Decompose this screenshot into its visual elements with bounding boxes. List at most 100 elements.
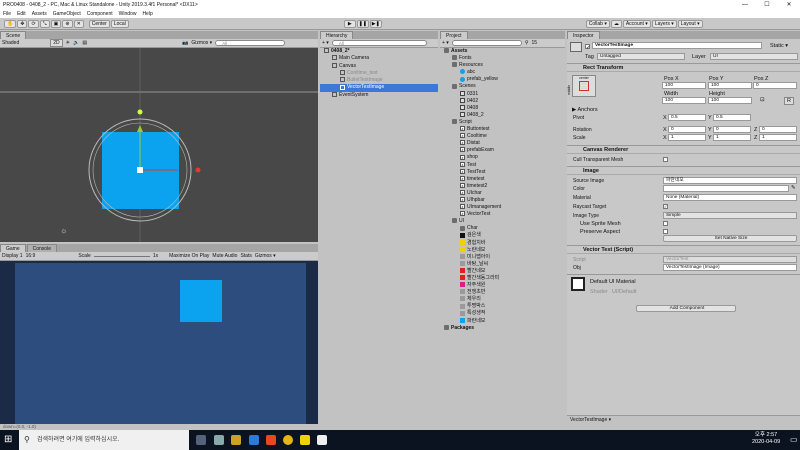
project-item[interactable]: Assets [440, 48, 565, 55]
image-type-dropdown[interactable]: Simple [663, 212, 797, 219]
pivot-center-toggle[interactable]: Center [88, 19, 110, 28]
project-item[interactable]: Char [440, 225, 565, 232]
posy-field[interactable]: 100 [708, 82, 752, 89]
static-dropdown[interactable]: Static ▾ [770, 43, 788, 49]
project-item[interactable]: # timetest2 [440, 183, 565, 190]
close-button[interactable]: ✕ [778, 0, 800, 10]
project-item[interactable]: Scenes [440, 83, 565, 90]
transform-tool-icon[interactable]: ⊕ [62, 19, 73, 28]
custom-tool-icon[interactable]: ✕ [73, 19, 84, 28]
rect-transform-header[interactable]: Rect Transform [567, 63, 800, 72]
source-image-field[interactable]: 파란네모 [663, 177, 797, 184]
lighting-icon[interactable]: ☀ [66, 40, 70, 46]
task-view-icon[interactable] [196, 435, 206, 445]
project-item[interactable]: abc [440, 69, 565, 76]
tab-inspector[interactable]: Inspector [567, 31, 600, 39]
chrome-browser-icon[interactable] [283, 435, 293, 445]
height-field[interactable]: 100 [708, 97, 752, 104]
use-sprite-mesh-checkbox[interactable] [663, 221, 668, 226]
menu-component[interactable]: Component [87, 11, 113, 17]
game-gizmos-dropdown[interactable]: Gizmos ▾ [255, 253, 276, 259]
layer-dropdown[interactable]: UI [710, 53, 798, 60]
preserve-aspect-checkbox[interactable] [663, 229, 668, 234]
project-item[interactable]: 빨간네모 [440, 268, 565, 275]
tab-hierarchy[interactable]: Hierarchy [320, 31, 354, 39]
raw-edit-button[interactable]: R [784, 97, 794, 105]
project-item[interactable]: 자주색원 [440, 282, 565, 289]
scale-slider[interactable] [93, 255, 150, 257]
rect-tool-icon[interactable]: ▣ [50, 19, 62, 28]
set-native-size-button[interactable]: Set Native Size [663, 235, 797, 242]
camera-icon[interactable]: 📷 [182, 40, 188, 46]
project-item[interactable]: # prefabExam [440, 147, 565, 154]
eyedropper-icon[interactable]: ✎ [791, 185, 796, 191]
project-item[interactable]: 빨간색동그라미 [440, 275, 565, 282]
windows-start-icon[interactable]: ⊞ [4, 434, 12, 445]
project-item[interactable]: prefab_yellow [440, 76, 565, 83]
hierarchy-item[interactable]: Main Camera [320, 55, 438, 62]
pause-button[interactable]: ❚❚ [356, 19, 369, 28]
pivot-local-toggle[interactable]: Local [110, 19, 129, 28]
tag-dropdown[interactable]: Untagged [597, 53, 685, 60]
pivot-x-field[interactable]: 0.5 [668, 114, 706, 121]
project-item[interactable]: # TestTest [440, 169, 565, 176]
project-item[interactable]: 미니맵아이 [440, 254, 565, 261]
project-item[interactable]: # VectorTest [440, 211, 565, 218]
maximize-button[interactable]: ☐ [756, 0, 778, 10]
add-component-button[interactable]: Add Component [636, 305, 736, 312]
cull-transparent-checkbox[interactable] [663, 157, 668, 162]
audio-icon[interactable]: 🔈 [73, 40, 79, 46]
project-item[interactable]: 0408 [440, 105, 565, 112]
hierarchy-item[interactable]: Cooltime_test [320, 70, 438, 77]
collab-button[interactable]: Collab ▾ [585, 19, 610, 28]
project-item[interactable]: # Test [440, 162, 565, 169]
hand-tool-icon[interactable]: ✋ [4, 19, 17, 28]
scale-z-field[interactable]: 1 [759, 134, 797, 141]
shading-dropdown[interactable]: Shaded [2, 40, 19, 46]
taskbar-search-input[interactable]: 검색하려면 여기에 입력하십시오. [19, 430, 189, 450]
project-item[interactable]: # shop [440, 154, 565, 161]
hierarchy-item[interactable]: VectorTestImage [320, 84, 438, 92]
maximize-on-play-toggle[interactable]: Maximize On Play [169, 253, 209, 259]
kakaotalk-icon[interactable] [300, 435, 310, 445]
unity-app-icon[interactable] [317, 435, 327, 445]
posz-field[interactable]: 0 [753, 82, 797, 89]
project-item[interactable]: 경험치바 [440, 240, 565, 247]
hierarchy-item[interactable]: BulletTestImage [320, 77, 438, 84]
rotation-z-field[interactable]: 0 [759, 126, 797, 133]
tab-scene[interactable]: Scene [0, 31, 27, 39]
rotation-y-field[interactable]: 0 [713, 126, 751, 133]
project-item[interactable]: # timetest [440, 176, 565, 183]
menu-file[interactable]: File [3, 11, 11, 17]
play-button[interactable]: ▶ [343, 19, 356, 28]
tab-project[interactable]: Project [440, 31, 468, 39]
scene-viewport[interactable]: ☼ [0, 48, 318, 242]
project-item[interactable]: 투명박스 [440, 303, 565, 310]
rotation-x-field[interactable]: 0 [668, 126, 706, 133]
pivot-y-field[interactable]: 0.5 [713, 114, 751, 121]
toggle-2d[interactable]: 2D [50, 39, 63, 47]
project-item[interactable]: 바탕_날씨 [440, 261, 565, 268]
blueprint-mode-icon[interactable]: ⊡ [760, 97, 765, 103]
project-item[interactable]: 0408_2 [440, 112, 565, 119]
tab-game[interactable]: Game [0, 244, 26, 252]
rotate-tool-icon[interactable]: ⟳ [28, 19, 39, 28]
image-component-header[interactable]: Image [567, 166, 800, 175]
filter-icon[interactable]: ⚲ [525, 40, 529, 46]
project-item[interactable]: # Cooltime [440, 133, 565, 140]
project-search-input[interactable] [451, 40, 522, 46]
anchor-preset-button[interactable]: center [572, 75, 596, 97]
move-tool-icon[interactable]: ✥ [17, 19, 28, 28]
menu-edit[interactable]: Edit [17, 11, 26, 17]
edge-browser-icon[interactable] [249, 435, 259, 445]
account-button[interactable]: Account ▾ [622, 19, 651, 28]
scene-search-input[interactable]: All [215, 40, 286, 46]
project-item[interactable]: UI [440, 218, 565, 225]
scale-x-field[interactable]: 1 [668, 134, 706, 141]
posx-field[interactable]: 100 [662, 82, 706, 89]
project-item[interactable]: Packages [440, 325, 565, 332]
minimize-button[interactable]: — [734, 0, 756, 10]
cloud-icon[interactable]: ☁ [610, 19, 622, 28]
hierarchy-create-button[interactable]: + ▾ [322, 40, 329, 46]
effects-icon[interactable]: ▤ [82, 40, 87, 46]
